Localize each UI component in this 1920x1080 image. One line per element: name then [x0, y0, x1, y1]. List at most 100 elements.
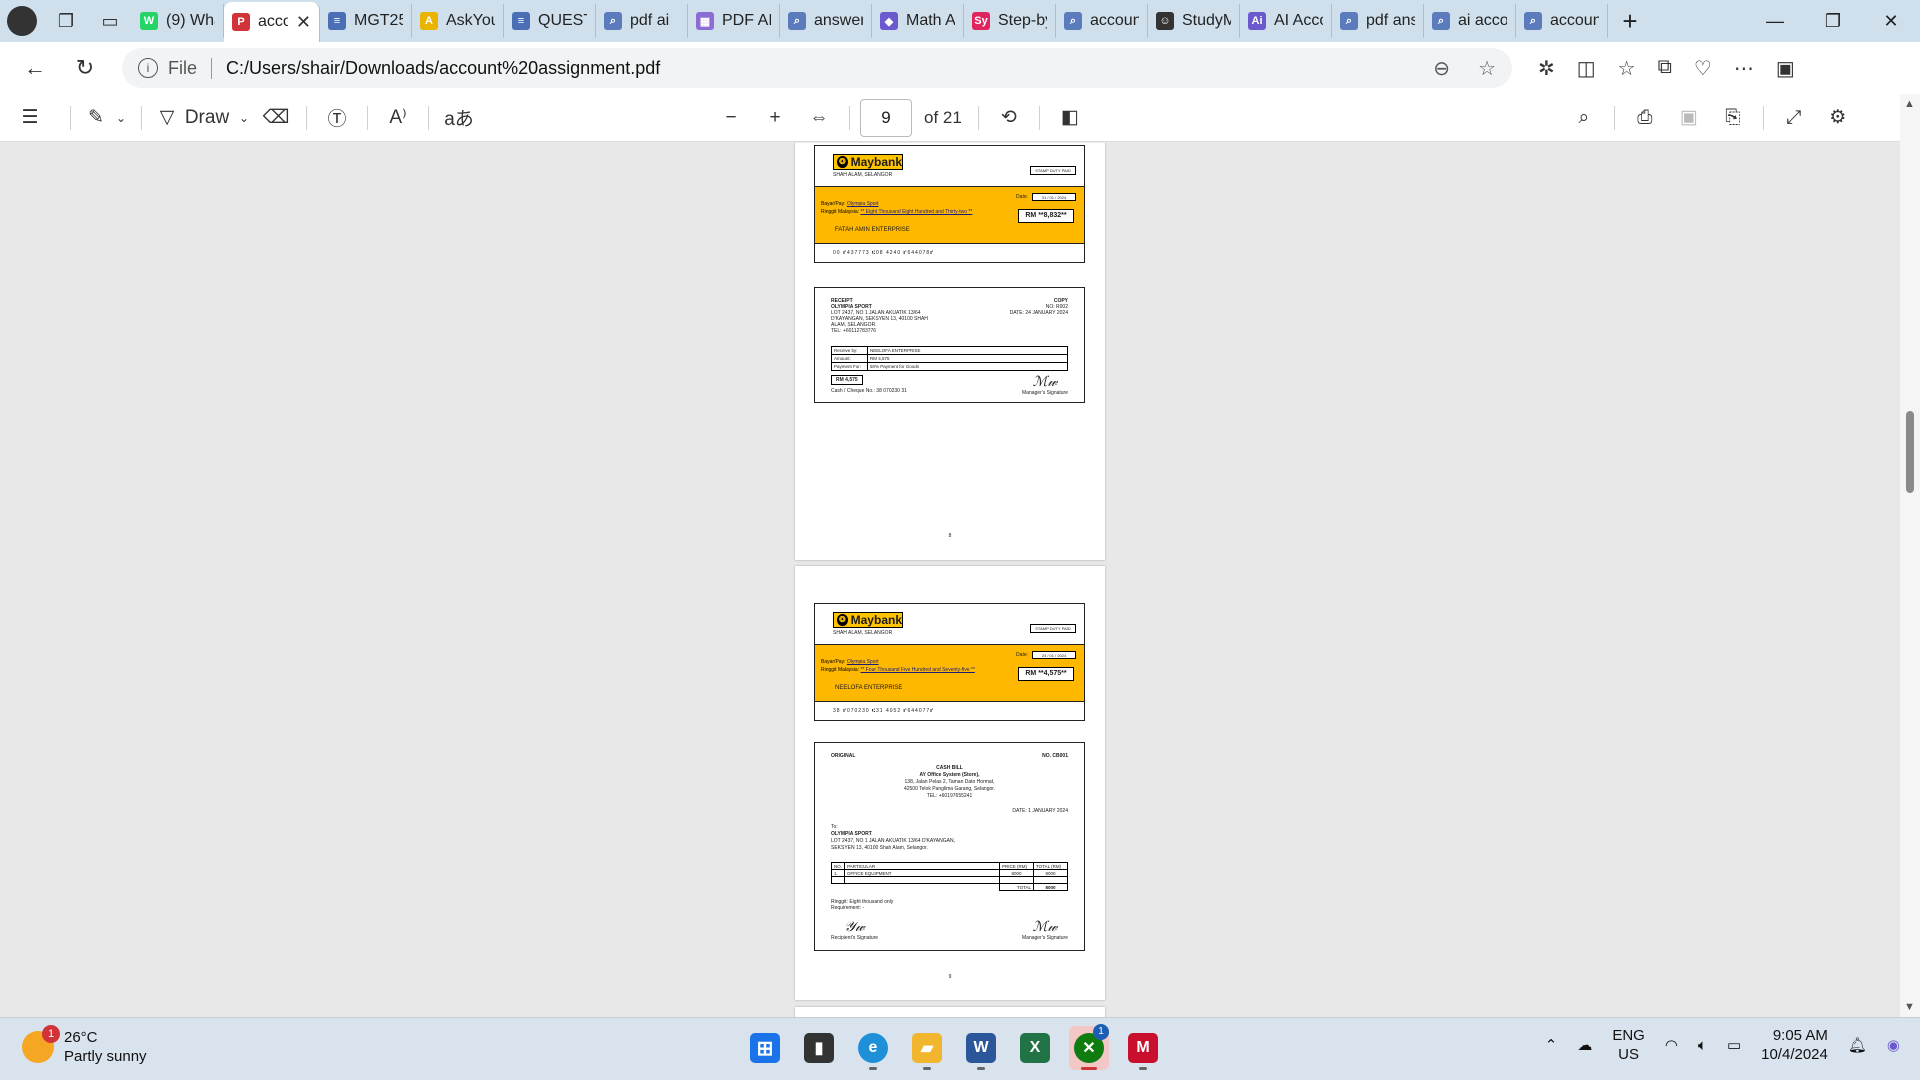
file-explorer-icon[interactable]: ▰: [907, 1026, 947, 1070]
url-text[interactable]: C:/Users/shair/Downloads/account%20assig…: [226, 58, 660, 79]
input-language[interactable]: ENG US: [1612, 1026, 1645, 1064]
draw-dropdown-icon[interactable]: ⌄: [232, 100, 256, 136]
wifi-icon[interactable]: ◠: [1665, 1036, 1678, 1054]
contents-list-icon[interactable]: ☰: [0, 100, 60, 136]
sidebar-toggle-icon[interactable]: ▣: [1776, 56, 1795, 81]
rotate-icon[interactable]: ⟲: [989, 100, 1029, 136]
cheque-payee: Bayar/Pay: Olympia Sport: [821, 659, 879, 665]
collections-icon[interactable]: ⧉: [1658, 56, 1672, 81]
scroll-up-icon[interactable]: ▲: [1904, 98, 1915, 110]
highlight-dropdown-icon[interactable]: ⌄: [111, 100, 131, 136]
browser-tab[interactable]: ≡ QUEST: [504, 4, 596, 38]
browser-tab[interactable]: ⌕ pdf ai: [596, 4, 688, 38]
pdf-page-10: [795, 1007, 1105, 1017]
save-as-icon[interactable]: ⎘: [1713, 100, 1753, 136]
show-hidden-icons-chevron-icon[interactable]: ⌃: [1545, 1036, 1558, 1054]
browser-tab[interactable]: Ai AI Accounting: [1240, 4, 1332, 38]
workspaces-icon[interactable]: ❐: [44, 0, 88, 42]
translate-icon[interactable]: aあ: [439, 100, 479, 136]
page-view-icon[interactable]: ◧: [1050, 100, 1090, 136]
pdf-document-area[interactable]: ❂ Maybank SHAH ALAM, SELANGOR STAMP DUTY …: [0, 143, 1920, 1017]
taskbar: 1 26°C Partly sunny ⊞ ▮ e ▰ W X ✕ 1 M ⌃ ☁…: [0, 1017, 1920, 1080]
excel-icon[interactable]: X: [1015, 1026, 1055, 1070]
weather-condition: Partly sunny: [64, 1048, 147, 1065]
maybank-logo: ❂ Maybank: [833, 612, 903, 628]
signature-scribble-icon: ℳ𝓌: [1032, 919, 1058, 935]
notification-bell-icon[interactable]: 🔔︎: [1848, 1036, 1867, 1054]
profile-avatar[interactable]: [0, 0, 44, 42]
zoom-in-button[interactable]: +: [755, 100, 795, 136]
tab-active[interactable]: Paccount assignment.pdf ✕: [224, 2, 320, 42]
task-view-icon[interactable]: ▮: [799, 1026, 839, 1070]
settings-gear-icon[interactable]: ⚙: [1818, 100, 1858, 136]
page-total-label: of 21: [924, 107, 962, 127]
cheque-branch: SHAH ALAM, SELANGOR: [833, 172, 893, 178]
browser-tab[interactable]: ◆ Math AI: [872, 4, 964, 38]
start-button[interactable]: ⊞: [745, 1026, 785, 1070]
xbox-icon[interactable]: ✕ 1: [1069, 1024, 1109, 1070]
browser-essentials-icon[interactable]: ♡: [1694, 56, 1712, 81]
draw-button[interactable]: Draw: [182, 100, 232, 136]
scroll-down-icon[interactable]: ▼: [1904, 1001, 1915, 1013]
fullscreen-icon[interactable]: ⤢: [1774, 100, 1814, 136]
new-tab-button[interactable]: +: [1608, 6, 1652, 37]
tab-favicon-icon: ⌕: [1524, 12, 1542, 30]
volume-icon[interactable]: 🔈︎: [1698, 1037, 1707, 1054]
close-window-icon[interactable]: ✕: [1862, 11, 1920, 32]
fit-width-icon[interactable]: ⇔: [799, 100, 839, 136]
site-info-icon[interactable]: i: [138, 58, 158, 78]
minimize-icon[interactable]: —: [1746, 11, 1804, 32]
vertical-scrollbar[interactable]: ▲ ▼: [1900, 94, 1920, 1017]
browser-tab[interactable]: A AskYourPDF: [412, 4, 504, 38]
cheque: ❂ Maybank SHAH ALAM, SELANGOR STAMP DUTY …: [814, 603, 1085, 721]
read-aloud-icon[interactable]: A⁾: [378, 100, 418, 136]
zoom-out-icon[interactable]: ⊖: [1433, 56, 1450, 81]
eraser-icon[interactable]: ⌫: [256, 100, 296, 136]
print-icon[interactable]: ⎙: [1625, 100, 1665, 136]
word-icon[interactable]: W: [961, 1026, 1001, 1070]
browser-tab[interactable]: ⌕ answer: [780, 4, 872, 38]
page-number-input[interactable]: 9: [860, 98, 912, 137]
browser-tab[interactable]: ⌕ accounting: [1516, 4, 1608, 38]
zoom-out-button[interactable]: −: [711, 100, 751, 136]
edge-taskbar-icon[interactable]: e: [853, 1026, 893, 1070]
extensions-icon[interactable]: ✲: [1538, 56, 1555, 81]
battery-icon[interactable]: ▭: [1727, 1036, 1741, 1054]
address-bar[interactable]: i File C:/Users/shair/Downloads/account%…: [122, 48, 1512, 88]
refresh-icon[interactable]: ↻: [60, 48, 110, 88]
copilot-icon[interactable]: ◉: [1887, 1036, 1900, 1054]
tab-actions-icon[interactable]: ▭: [88, 0, 132, 42]
text-box-icon[interactable]: Ⓣ: [317, 100, 357, 136]
browser-tab[interactable]: Sy Step-by: [964, 4, 1056, 38]
stamp-duty-box: STAMP DUTY PAID: [1030, 624, 1076, 633]
restore-icon[interactable]: ❐: [1804, 11, 1862, 32]
cheque-micr-line: 38 ⑈070230 ⑆31 4052 ⑈644077⑈: [833, 708, 935, 714]
more-menu-icon[interactable]: ⋯: [1734, 56, 1754, 81]
cheque-branch: SHAH ALAM, SELANGOR: [833, 630, 893, 636]
browser-tab[interactable]: ≡ MGT25: [320, 4, 412, 38]
draw-icon[interactable]: ▽: [152, 100, 182, 136]
browser-tab[interactable]: ⌕ ai accounting: [1424, 4, 1516, 38]
browser-tab[interactable]: ⌕ pdf answer: [1332, 4, 1424, 38]
mcafee-icon[interactable]: M: [1123, 1026, 1163, 1070]
search-icon[interactable]: ⌕: [1564, 100, 1604, 136]
highlight-icon[interactable]: ✎: [81, 100, 111, 136]
back-icon[interactable]: ←: [10, 48, 60, 88]
tab-title: PDF AI: [722, 12, 771, 29]
onedrive-error-icon[interactable]: ☁: [1577, 1036, 1592, 1054]
cheque-payee: Bayar/Pay: Olympia Sport: [821, 201, 879, 207]
save-icon[interactable]: ▣: [1669, 100, 1709, 136]
tab-favicon-icon: ◆: [880, 12, 898, 30]
scrollbar-thumb[interactable]: [1906, 411, 1914, 493]
weather-widget[interactable]: 1 26°C Partly sunny: [22, 1025, 147, 1066]
system-clock[interactable]: 9:05 AM 10/4/2024: [1761, 1026, 1828, 1064]
split-screen-icon[interactable]: ◫: [1577, 56, 1596, 81]
browser-tab[interactable]: ☺ StudyMonkey: [1148, 4, 1240, 38]
favorite-star-icon[interactable]: ☆: [1478, 56, 1496, 81]
browser-tab[interactable]: ⌕ accounting: [1056, 4, 1148, 38]
browser-tab[interactable]: ▦ PDF AI: [688, 4, 780, 38]
tab-close-icon[interactable]: ✕: [296, 12, 311, 33]
xbox-badge: 1: [1093, 1024, 1109, 1040]
favorites-icon[interactable]: ☆: [1618, 56, 1636, 81]
browser-tab[interactable]: W (9) WhatsApp: [132, 4, 224, 38]
